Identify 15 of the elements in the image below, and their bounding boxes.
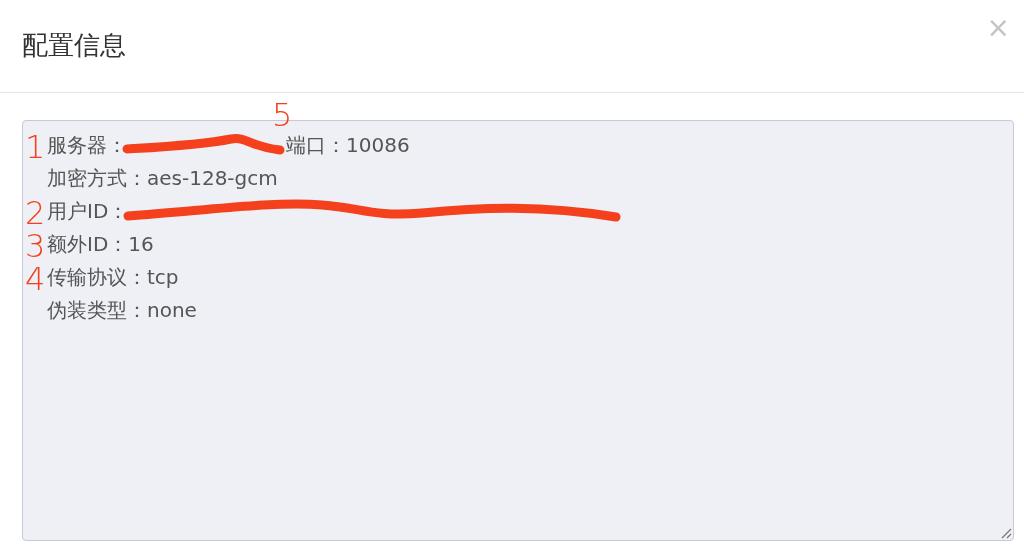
annotation-number: 2	[25, 197, 46, 229]
annotation-number: 1	[25, 131, 46, 163]
config-text: 传输协议：tcp	[47, 265, 179, 289]
config-text: 额外ID：16	[47, 232, 154, 256]
dialog-title: 配置信息	[22, 30, 126, 62]
annotation-number: 4	[25, 263, 46, 295]
config-text: 端口：10086	[286, 133, 410, 157]
annotation-number: 3	[25, 230, 46, 262]
config-text: 伪装类型：none	[47, 298, 197, 322]
config-text: 用户ID：	[47, 199, 129, 223]
resize-grip-icon[interactable]	[1000, 527, 1012, 539]
config-text: 加密方式：aes-128-gcm	[47, 166, 278, 190]
config-text: 服务器：	[47, 133, 127, 157]
annotation-number: 5	[272, 99, 293, 131]
close-button[interactable]: ×	[982, 14, 1014, 42]
